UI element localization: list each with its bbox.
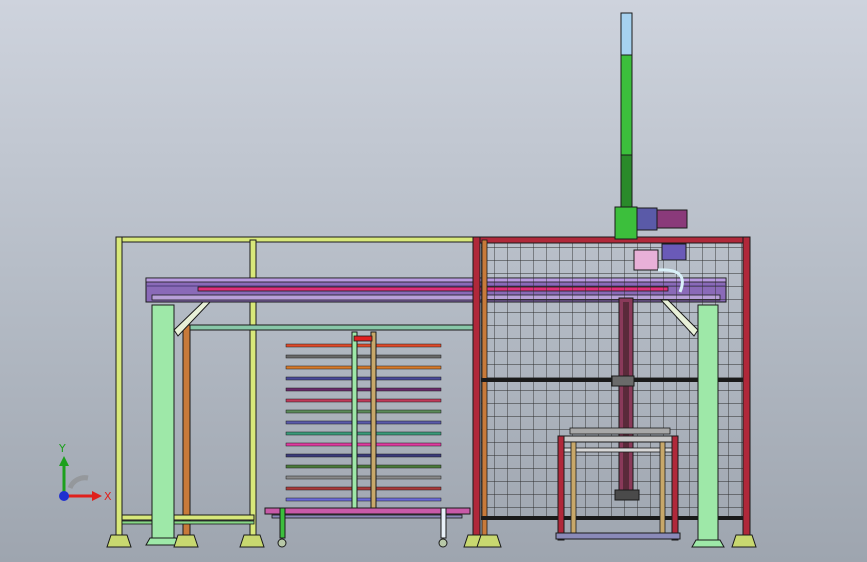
table-left-leg-2: [570, 441, 577, 539]
carriage-block: [633, 249, 659, 271]
gearbox-housing: [614, 206, 638, 240]
shelf-bar: [285, 343, 442, 348]
cart-right-wheel: [438, 538, 448, 548]
cart-left-leg: [279, 507, 286, 539]
fence-top-beam: [475, 236, 751, 244]
cart-left-wheel: [277, 538, 287, 548]
mast-lower-inner: [623, 302, 629, 494]
left-column-body: [151, 304, 175, 546]
coordinate-triad-icon: Y X: [58, 442, 112, 503]
cart-rail-lower: [271, 514, 463, 519]
foot-pad: [239, 534, 265, 548]
mast-upper: [620, 54, 633, 156]
shelf-bar: [285, 387, 442, 392]
triad-y-arrow: [59, 456, 69, 466]
shelf-bar: [285, 453, 442, 458]
top-frame-beam: [115, 236, 477, 243]
shelf-bar: [285, 442, 442, 447]
table-right-leg-2: [659, 441, 666, 539]
shelf-bar: [285, 420, 442, 425]
triad-y-label: Y: [58, 442, 66, 455]
shelf-bar: [285, 431, 442, 436]
left-support-column: [145, 299, 214, 546]
shelf-rack: [285, 331, 442, 511]
cart-right-leg: [440, 507, 447, 539]
shelf-bar: [285, 464, 442, 469]
shelf-bar: [285, 409, 442, 414]
mast-gripper: [614, 489, 640, 501]
right-column-body: [697, 304, 719, 546]
shelf-bar: [285, 376, 442, 381]
mast-rack: [620, 154, 633, 208]
inner-frame-post: [182, 324, 191, 541]
inner-frame-beam: [182, 324, 474, 331]
rack-top-bracket: [353, 335, 373, 342]
table-top: [557, 435, 679, 443]
table-base: [555, 532, 681, 540]
shelf-bar: [285, 354, 442, 359]
cad-viewport[interactable]: Y X: [0, 0, 867, 562]
motor-flange: [656, 209, 688, 229]
fence-left-post-2: [481, 239, 488, 538]
mast-carriage: [611, 375, 635, 387]
bottom-cart: [264, 507, 471, 548]
machine-drawing: [106, 12, 757, 548]
foot-pad: [476, 534, 502, 548]
fence-left-post: [472, 236, 481, 538]
mast-top-cap: [620, 12, 633, 56]
motor-body: [636, 207, 658, 231]
fence-right-post: [742, 236, 751, 538]
shelf-bar: [285, 475, 442, 480]
right-column-foot: [691, 539, 725, 548]
shelf-bar: [285, 497, 442, 502]
shelf-bar: [285, 398, 442, 403]
shelf-bar: [285, 486, 442, 491]
triad-z-origin: [59, 491, 69, 501]
triad-x-arrow: [92, 491, 102, 501]
rack-left-post: [351, 331, 358, 511]
carriage-motor: [661, 243, 687, 261]
cart-rail: [264, 507, 471, 515]
foot-pad: [731, 534, 757, 548]
triad-rotation-arc: [67, 475, 89, 490]
left-column-brace: [173, 299, 214, 337]
foot-pad: [106, 534, 132, 548]
triad-x-label: X: [104, 490, 112, 503]
bottom-tie-beam-2: [121, 520, 255, 525]
shelf-bar: [285, 365, 442, 370]
foot-pad: [173, 534, 199, 548]
table-top-2: [569, 427, 671, 435]
table-top-3: [561, 447, 675, 453]
bottom-tie-beam: [121, 514, 255, 521]
table-right-leg: [671, 435, 679, 541]
rack-right-post: [370, 331, 377, 511]
table-left-leg: [557, 435, 565, 541]
